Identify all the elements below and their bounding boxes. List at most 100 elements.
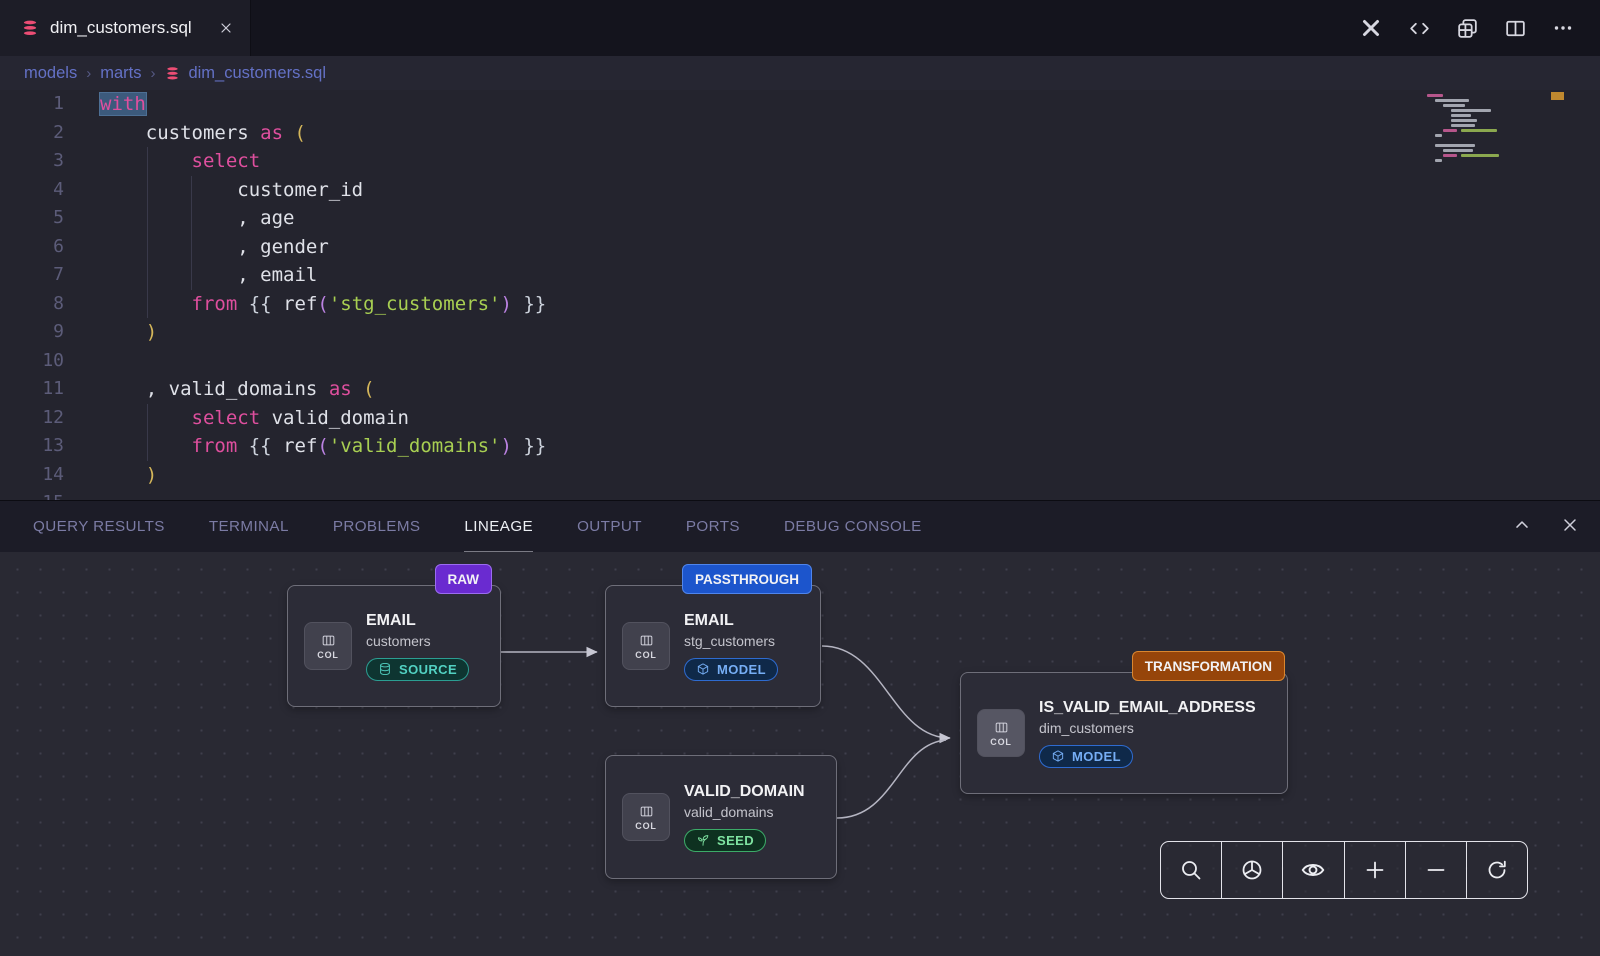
node-subtitle: dim_customers bbox=[1039, 720, 1256, 736]
close-panel-icon[interactable] bbox=[1560, 515, 1580, 539]
node-subtitle: customers bbox=[366, 633, 469, 649]
zoom-out-icon[interactable] bbox=[1406, 842, 1467, 898]
lineage-node-customers-email[interactable]: RAW COL EMAIL customers SOURCE bbox=[287, 585, 501, 707]
lineage-canvas[interactable]: RAW COL EMAIL customers SOURCE PASSTHROU… bbox=[0, 552, 1600, 956]
zoom-in-icon[interactable] bbox=[1345, 842, 1406, 898]
minimap[interactable] bbox=[1425, 92, 1537, 172]
line-number: 2 bbox=[0, 119, 64, 148]
model-badge: MODEL bbox=[684, 658, 778, 681]
code-line[interactable] bbox=[100, 489, 546, 500]
lineage-node-stg-customers-email[interactable]: PASSTHROUGH COL EMAIL stg_customers MODE… bbox=[605, 585, 821, 707]
code-line[interactable]: customers as ( bbox=[100, 119, 546, 148]
eye-icon[interactable] bbox=[1283, 842, 1344, 898]
code-icon[interactable] bbox=[1406, 15, 1432, 41]
close-all-icon[interactable] bbox=[1358, 15, 1384, 41]
node-subtitle: stg_customers bbox=[684, 633, 778, 649]
line-number: 15 bbox=[0, 489, 64, 500]
node-subtitle: valid_domains bbox=[684, 804, 805, 820]
node-tag-transformation: TRANSFORMATION bbox=[1132, 651, 1285, 681]
columns-icon bbox=[638, 633, 655, 648]
node-title: IS_VALID_EMAIL_ADDRESS bbox=[1039, 699, 1256, 717]
panel-tab-problems[interactable]: PROBLEMS bbox=[333, 501, 421, 553]
panel-tab-lineage[interactable]: LINEAGE bbox=[464, 501, 533, 553]
cube-icon bbox=[1051, 749, 1065, 763]
model-badge: MODEL bbox=[1039, 745, 1133, 768]
breadcrumb-file[interactable]: dim_customers.sql bbox=[164, 64, 326, 83]
breadcrumb-separator: › bbox=[86, 65, 91, 82]
lineage-toolbar bbox=[1160, 841, 1528, 899]
panel-tabs: QUERY RESULTS TERMINAL PROBLEMS LINEAGE OUTP… bbox=[33, 501, 922, 553]
table-preview-icon[interactable] bbox=[1454, 15, 1480, 41]
columns-icon bbox=[320, 633, 337, 648]
panel-tab-terminal[interactable]: TERMINAL bbox=[209, 501, 289, 553]
database-icon bbox=[378, 662, 392, 676]
code-line[interactable]: with bbox=[100, 90, 546, 119]
code-line[interactable] bbox=[100, 347, 546, 376]
database-icon bbox=[20, 18, 40, 38]
line-number: 8 bbox=[0, 290, 64, 319]
database-icon bbox=[164, 65, 181, 82]
split-editor-icon[interactable] bbox=[1502, 15, 1528, 41]
column-tile: COL bbox=[304, 622, 352, 670]
node-tag-raw: RAW bbox=[435, 564, 493, 594]
tab-bar-actions bbox=[1358, 15, 1600, 41]
node-title: VALID_DOMAIN bbox=[684, 783, 805, 801]
code-line[interactable]: from {{ ref('stg_customers') }} bbox=[100, 290, 546, 319]
breadcrumb-separator: › bbox=[150, 65, 155, 82]
lineage-node-valid-domains[interactable]: COL VALID_DOMAIN valid_domains SEED bbox=[605, 755, 837, 879]
columns-icon bbox=[638, 804, 655, 819]
line-number-gutter: 123456789101112131415 bbox=[0, 90, 64, 500]
column-tile: COL bbox=[622, 622, 670, 670]
node-title: EMAIL bbox=[684, 612, 778, 630]
tab-close-icon[interactable] bbox=[218, 20, 234, 36]
column-tile: COL bbox=[977, 709, 1025, 757]
code-line[interactable]: , valid_domains as ( bbox=[100, 375, 546, 404]
line-number: 13 bbox=[0, 432, 64, 461]
aperture-icon[interactable] bbox=[1222, 842, 1283, 898]
code-line[interactable]: , email bbox=[100, 261, 546, 290]
breadcrumb-models[interactable]: models bbox=[24, 64, 77, 83]
panel-tab-debug-console[interactable]: DEBUG CONSOLE bbox=[784, 501, 922, 553]
code-line[interactable]: select valid_domain bbox=[100, 404, 546, 433]
line-number: 10 bbox=[0, 347, 64, 376]
line-number: 12 bbox=[0, 404, 64, 433]
lineage-node-dim-customers[interactable]: TRANSFORMATION COL IS_VALID_EMAIL_ADDRES… bbox=[960, 672, 1288, 794]
line-number: 5 bbox=[0, 204, 64, 233]
source-badge: SOURCE bbox=[366, 658, 469, 681]
code-line[interactable]: , gender bbox=[100, 233, 546, 262]
line-number: 1 bbox=[0, 90, 64, 119]
code-line[interactable]: select bbox=[100, 147, 546, 176]
node-tag-passthrough: PASSTHROUGH bbox=[682, 564, 812, 594]
node-title: EMAIL bbox=[366, 612, 469, 630]
line-number: 9 bbox=[0, 318, 64, 347]
line-number: 3 bbox=[0, 147, 64, 176]
breadcrumb: models › marts › dim_customers.sql bbox=[0, 56, 1600, 90]
code-line[interactable]: , age bbox=[100, 204, 546, 233]
tab-label: dim_customers.sql bbox=[50, 18, 192, 38]
panel-tab-ports[interactable]: PORTS bbox=[686, 501, 740, 553]
code-editor[interactable]: 123456789101112131415 with customers as … bbox=[0, 90, 1600, 500]
code-line[interactable]: ) bbox=[100, 318, 546, 347]
line-number: 7 bbox=[0, 261, 64, 290]
panel-tab-output[interactable]: OUTPUT bbox=[577, 501, 642, 553]
panel-tab-query-results[interactable]: QUERY RESULTS bbox=[33, 501, 165, 553]
search-icon[interactable] bbox=[1161, 842, 1222, 898]
code-line[interactable]: from {{ ref('valid_domains') }} bbox=[100, 432, 546, 461]
cube-icon bbox=[696, 662, 710, 676]
breadcrumb-marts[interactable]: marts bbox=[100, 64, 141, 83]
more-actions-icon[interactable] bbox=[1550, 15, 1576, 41]
overview-ruler-marker bbox=[1551, 92, 1564, 100]
panel-actions bbox=[1512, 515, 1580, 539]
code-lines: with customers as ( select customer_id ,… bbox=[100, 90, 546, 500]
editor-tab-bar: dim_customers.sql bbox=[0, 0, 1600, 56]
line-number: 11 bbox=[0, 375, 64, 404]
tab-dim-customers[interactable]: dim_customers.sql bbox=[0, 0, 251, 56]
collapse-panel-icon[interactable] bbox=[1512, 515, 1532, 539]
columns-icon bbox=[993, 720, 1010, 735]
code-line[interactable]: customer_id bbox=[100, 176, 546, 205]
line-number: 14 bbox=[0, 461, 64, 490]
code-line[interactable]: ) bbox=[100, 461, 546, 490]
line-number: 4 bbox=[0, 176, 64, 205]
seed-badge: SEED bbox=[684, 829, 766, 852]
refresh-icon[interactable] bbox=[1467, 842, 1527, 898]
